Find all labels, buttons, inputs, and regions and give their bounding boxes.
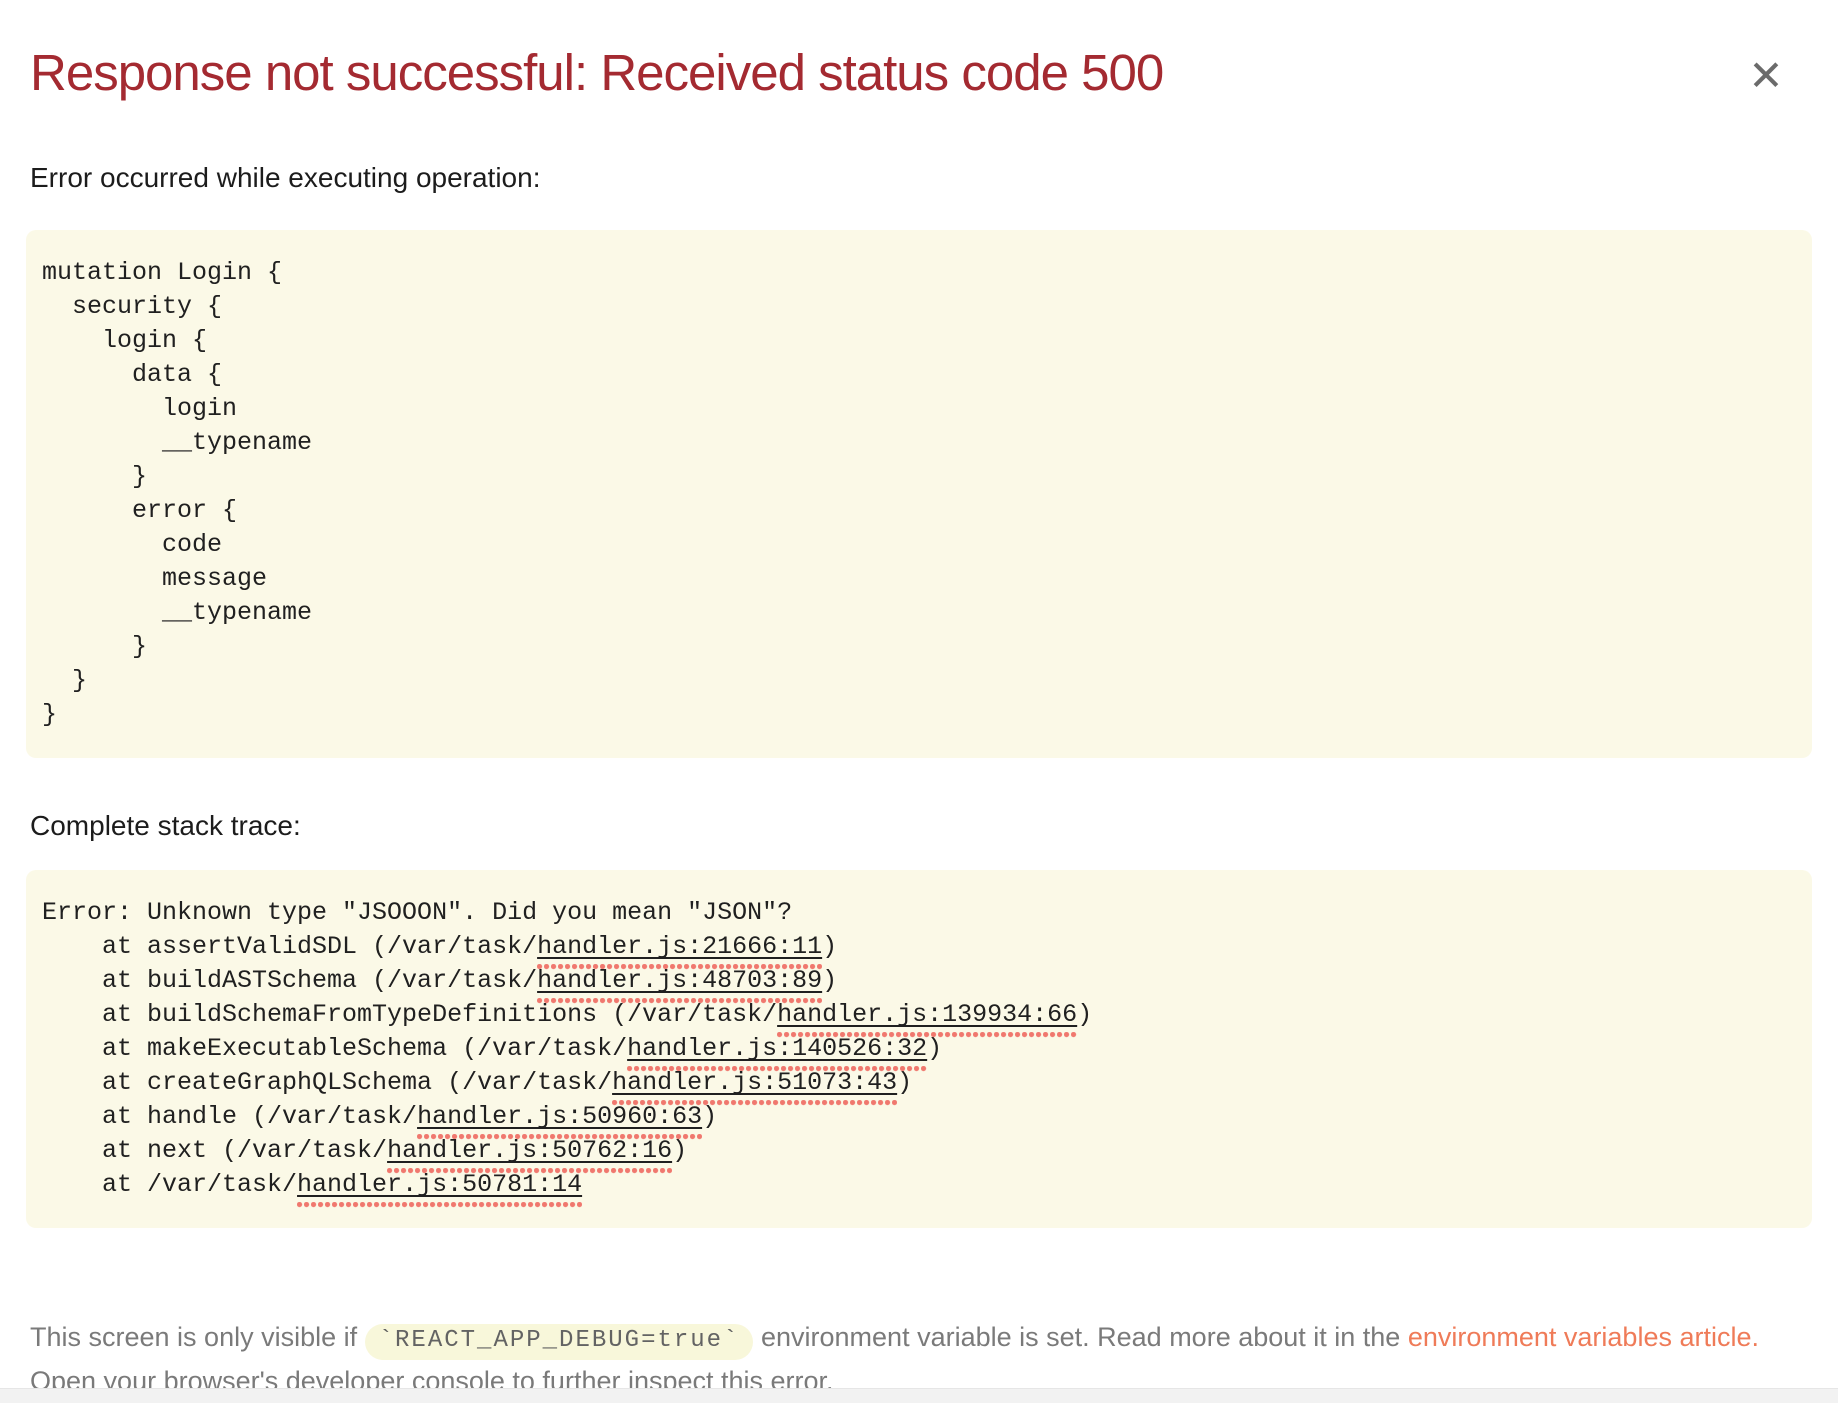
debug-note-text-2: environment variable is set. Read more a… bbox=[753, 1322, 1407, 1352]
page-bottom-edge bbox=[0, 1388, 1838, 1403]
file-reference: handler.js:50762:16 bbox=[387, 1136, 672, 1165]
stack-trace-line: Error: Unknown type "JSOOON". Did you me… bbox=[42, 896, 1796, 930]
file-reference: handler.js:140526:32 bbox=[627, 1034, 927, 1063]
stack-text: ) bbox=[1077, 1000, 1092, 1029]
file-reference: handler.js:50960:63 bbox=[417, 1102, 702, 1131]
stack-text: at buildSchemaFromTypeDefinitions (/var/… bbox=[42, 1000, 777, 1029]
file-reference: handler.js:50781:14 bbox=[297, 1170, 582, 1199]
stack-text: ) bbox=[822, 966, 837, 995]
operation-label: Error occurred while executing operation… bbox=[26, 160, 1812, 196]
stack-trace-line: at buildSchemaFromTypeDefinitions (/var/… bbox=[42, 998, 1796, 1032]
stack-text: at makeExecutableSchema (/var/task/ bbox=[42, 1034, 627, 1063]
stack-text: ) bbox=[927, 1034, 942, 1063]
debug-note-text-1: This screen is only visible if bbox=[30, 1322, 365, 1352]
stack-text: at createGraphQLSchema (/var/task/ bbox=[42, 1068, 612, 1097]
stack-text: at /var/task/ bbox=[42, 1170, 297, 1199]
file-reference: handler.js:21666:11 bbox=[537, 932, 822, 961]
stack-trace-block: Error: Unknown type "JSOOON". Did you me… bbox=[26, 870, 1812, 1228]
file-reference: handler.js:48703:89 bbox=[537, 966, 822, 995]
environment-variables-link[interactable]: environment variables article. bbox=[1408, 1322, 1759, 1352]
file-reference: handler.js:51073:43 bbox=[612, 1068, 897, 1097]
operation-code-block: mutation Login { security { login { data… bbox=[26, 230, 1812, 758]
stack-text: at assertValidSDL (/var/task/ bbox=[42, 932, 537, 961]
stack-trace-line: at assertValidSDL (/var/task/handler.js:… bbox=[42, 930, 1796, 964]
env-debug-pill: `REACT_APP_DEBUG=true` bbox=[365, 1324, 754, 1360]
file-reference: handler.js:139934:66 bbox=[777, 1000, 1077, 1029]
stack-trace-line: at buildASTSchema (/var/task/handler.js:… bbox=[42, 964, 1796, 998]
stack-trace-line: at makeExecutableSchema (/var/task/handl… bbox=[42, 1032, 1796, 1066]
stack-text: ) bbox=[822, 932, 837, 961]
stack-text: ) bbox=[897, 1068, 912, 1097]
error-overlay: ✕ Response not successful: Received stat… bbox=[0, 0, 1838, 1403]
stack-text: ) bbox=[702, 1102, 717, 1131]
stack-text: at buildASTSchema (/var/task/ bbox=[42, 966, 537, 995]
stack-text: Error: Unknown type "JSOOON". Did you me… bbox=[42, 898, 792, 927]
close-icon: ✕ bbox=[1748, 51, 1783, 100]
page-title: Response not successful: Received status… bbox=[26, 42, 1812, 104]
stack-trace-line: at handle (/var/task/handler.js:50960:63… bbox=[42, 1100, 1796, 1134]
stack-trace-line: at /var/task/handler.js:50781:14 bbox=[42, 1168, 1796, 1202]
stack-text: ) bbox=[672, 1136, 687, 1165]
stack-trace-line: at next (/var/task/handler.js:50762:16) bbox=[42, 1134, 1796, 1168]
stack-text: at handle (/var/task/ bbox=[42, 1102, 417, 1131]
stack-label: Complete stack trace: bbox=[26, 808, 1812, 844]
close-button[interactable]: ✕ bbox=[1738, 48, 1794, 104]
stack-text: at next (/var/task/ bbox=[42, 1136, 387, 1165]
debug-note-line1: This screen is only visible if `REACT_AP… bbox=[30, 1316, 1812, 1360]
